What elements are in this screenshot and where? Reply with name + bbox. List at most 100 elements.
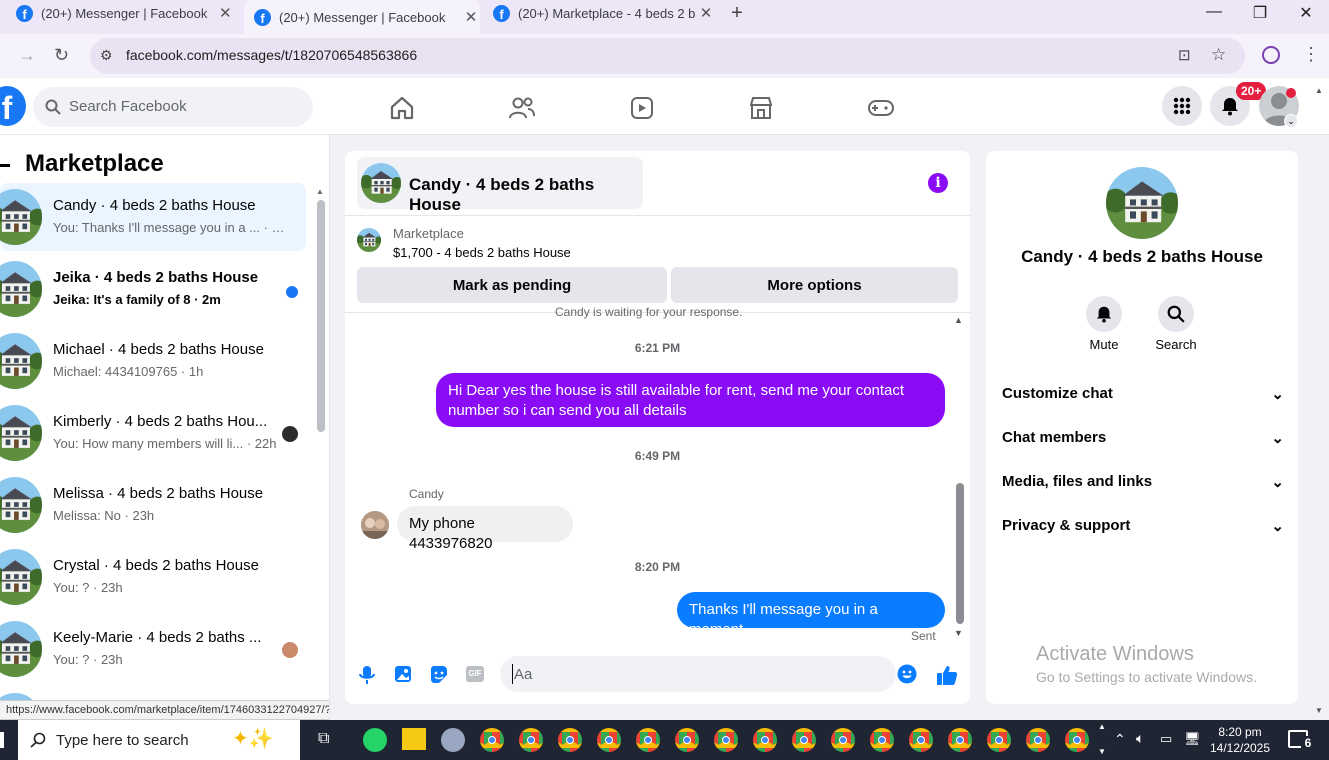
chrome-taskbar-icon[interactable]: [909, 728, 933, 752]
chrome-taskbar-icon[interactable]: [948, 728, 972, 752]
friends-icon: [509, 97, 535, 119]
chrome-taskbar-icon[interactable]: [480, 728, 504, 752]
conversation-item[interactable]: Crystal · 4 beds 2 baths House You: ? · 2…: [0, 543, 306, 611]
chrome-taskbar-icon[interactable]: [714, 728, 738, 752]
listing-avatar[interactable]: [1106, 167, 1178, 239]
chrome-center: [761, 736, 769, 744]
chat-header[interactable]: Candy · 4 beds 2 baths House: [357, 157, 643, 214]
close-tab-icon[interactable]: ✕: [462, 8, 480, 26]
message-input[interactable]: Aa: [500, 656, 917, 692]
address-bar[interactable]: ⚙ facebook.com/messages/t/18207065485638…: [90, 38, 1245, 74]
chrome-taskbar-icon[interactable]: [636, 728, 660, 752]
conversation-item[interactable]: Keely-Marie · 4 beds 2 baths ... You: ? ·…: [0, 615, 306, 683]
task-view-icon[interactable]: ⧉: [318, 730, 329, 748]
page-scroll-down-icon[interactable]: ▼: [1315, 706, 1323, 715]
battery-icon[interactable]: ▭: [1160, 731, 1172, 747]
conversation-item[interactable]: Candy · 4 beds 2 baths House You: Thanks …: [0, 183, 306, 251]
snipping-tool-icon[interactable]: [441, 728, 465, 752]
menu-kebab-icon[interactable]: ⋮: [1302, 44, 1320, 65]
scroll-down-arrow-icon[interactable]: ▼: [954, 628, 963, 638]
thumbs-up-icon[interactable]: [936, 664, 958, 686]
search-facebook-input[interactable]: Search Facebook: [33, 87, 313, 127]
close-tab-icon[interactable]: ✕: [697, 4, 715, 22]
chrome-taskbar-icon[interactable]: [675, 728, 699, 752]
site-info-icon[interactable]: ⚙: [100, 47, 113, 64]
chrome-taskbar-icon[interactable]: [1065, 728, 1089, 752]
outgoing-message[interactable]: Thanks I'll message you in a moment: [677, 592, 945, 638]
minimize-icon[interactable]: —: [1202, 3, 1226, 21]
install-app-icon[interactable]: ⊡: [1178, 46, 1191, 64]
facebook-logo-icon[interactable]: f: [0, 86, 26, 126]
listing-thumbnail: [357, 228, 381, 252]
close-tab-icon[interactable]: ✕: [216, 4, 234, 22]
chrome-taskbar-icon[interactable]: [870, 728, 894, 752]
forward-icon[interactable]: →: [18, 45, 36, 66]
browser-tab-3[interactable]: f (20+) Marketplace - 4 beds 2 b ✕: [493, 0, 715, 26]
chrome-taskbar-icon[interactable]: [987, 728, 1011, 752]
sticky-notes-icon[interactable]: [402, 728, 426, 750]
conversation-item[interactable]: Kimberly · 4 beds 2 baths Hou... You: How…: [0, 399, 306, 467]
back-dash-icon[interactable]: [0, 164, 10, 167]
privacy-support-section[interactable]: Privacy & support ⌄: [1002, 517, 1284, 535]
browser-tab-2-active[interactable]: f (20+) Messenger | Facebook ✕: [244, 0, 480, 34]
media-files-links-section[interactable]: Media, files and links ⌄: [1002, 473, 1284, 491]
more-options-button[interactable]: More options: [671, 267, 958, 303]
new-tab-icon[interactable]: +: [726, 2, 748, 25]
gif-icon[interactable]: GIF: [466, 666, 484, 682]
photo-icon[interactable]: [394, 665, 412, 683]
mark-as-pending-button[interactable]: Mark as pending: [357, 267, 667, 303]
nav-friends[interactable]: [467, 88, 577, 128]
chrome-taskbar-icon[interactable]: [558, 728, 582, 752]
menu-grid-button[interactable]: [1162, 86, 1202, 126]
url-text[interactable]: facebook.com/messages/t/1820706548563866: [126, 47, 417, 63]
search-in-chat-button[interactable]: [1158, 296, 1194, 332]
nav-gaming[interactable]: [826, 88, 936, 128]
browser-tab-1[interactable]: f (20+) Messenger | Facebook ✕: [16, 0, 234, 26]
close-window-icon[interactable]: ✕: [1294, 3, 1318, 23]
conversation-item[interactable]: Melissa · 4 beds 2 baths House Melissa: N…: [0, 471, 306, 539]
nav-home[interactable]: [347, 88, 457, 128]
volume-icon[interactable]: 🔈︎: [1136, 730, 1144, 747]
whatsapp-icon[interactable]: [363, 728, 387, 752]
info-icon[interactable]: i: [928, 173, 948, 193]
chat-scrollbar[interactable]: [956, 483, 964, 624]
conversation-item[interactable]: Michael · 4 beds 2 baths House Michael: 4…: [0, 327, 306, 395]
taskbar-scroll-up-icon[interactable]: ▲: [1098, 722, 1106, 731]
chrome-taskbar-icon[interactable]: [792, 728, 816, 752]
text-caret: [512, 664, 513, 684]
maximize-icon[interactable]: ❐: [1248, 3, 1272, 23]
customize-chat-section[interactable]: Customize chat ⌄: [1002, 385, 1284, 403]
chat-members-section[interactable]: Chat members ⌄: [1002, 429, 1284, 447]
scroll-up-arrow-icon[interactable]: ▲: [316, 187, 324, 196]
chrome-taskbar-icon[interactable]: [519, 728, 543, 752]
sidebar-scrollbar[interactable]: [317, 200, 325, 432]
chrome-taskbar-icon[interactable]: [831, 728, 855, 752]
taskbar-search[interactable]: Type here to search ✦✨: [18, 720, 300, 760]
nav-marketplace[interactable]: [706, 88, 816, 128]
emoji-icon[interactable]: [897, 664, 917, 684]
network-icon[interactable]: 🖥︎: [1184, 731, 1201, 747]
listing-price[interactable]: $1,700 - 4 beds 2 baths House: [393, 245, 571, 260]
conversation-item[interactable]: Jeika · 4 beds 2 baths House Jeika: It's …: [0, 255, 306, 323]
chrome-taskbar-icon[interactable]: [753, 728, 777, 752]
nav-watch[interactable]: [587, 88, 697, 128]
incoming-message[interactable]: My phone 4433976820: [397, 506, 573, 552]
taskbar-scroll-down-icon[interactable]: ▼: [1098, 747, 1106, 756]
page-scroll-up-icon[interactable]: ▲: [1315, 86, 1323, 95]
marketplace-label: Marketplace: [393, 226, 464, 241]
profile-icon[interactable]: [1262, 46, 1280, 64]
start-button[interactable]: [0, 732, 4, 748]
chrome-taskbar-icon[interactable]: [1026, 728, 1050, 752]
taskbar-clock[interactable]: 8:20 pm 14/12/2025: [1204, 724, 1276, 756]
chevron-down-icon[interactable]: ⌄: [1284, 114, 1298, 128]
outgoing-message[interactable]: Hi Dear yes the house is still available…: [436, 373, 945, 427]
tray-overflow-icon[interactable]: ⌃: [1114, 731, 1126, 748]
reload-icon[interactable]: ↻: [54, 45, 69, 66]
mute-button[interactable]: [1086, 296, 1122, 332]
scroll-up-arrow-icon[interactable]: ▲: [954, 315, 963, 325]
bookmark-star-icon[interactable]: ☆: [1211, 45, 1226, 65]
chrome-taskbar-icon[interactable]: [597, 728, 621, 752]
microphone-icon[interactable]: [359, 665, 375, 685]
sticker-icon[interactable]: [429, 665, 448, 684]
candy-avatar[interactable]: [361, 511, 389, 539]
